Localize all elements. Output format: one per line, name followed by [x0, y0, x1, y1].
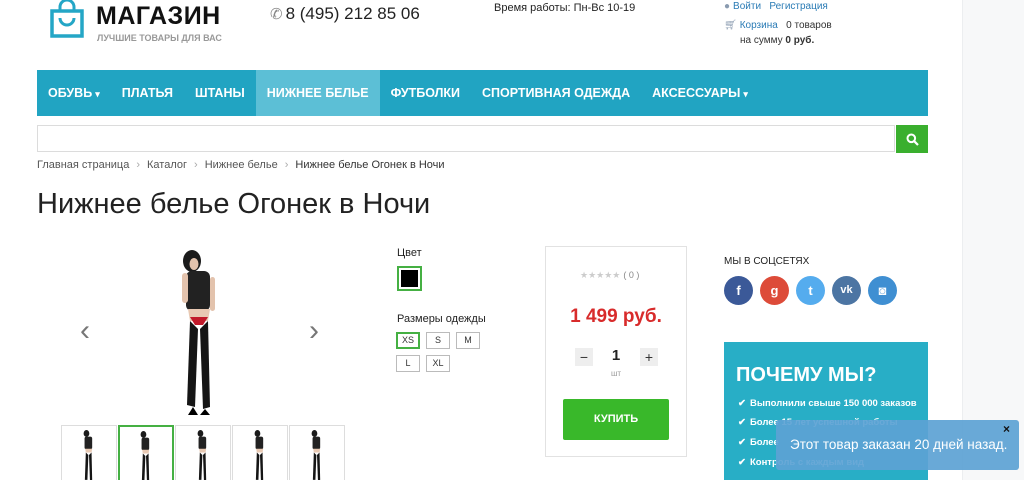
user-links: ● Войти Регистрация: [724, 1, 828, 12]
chevron-down-icon: ▾: [743, 89, 748, 99]
twitter-icon[interactable]: t: [796, 276, 825, 305]
instagram-icon[interactable]: ◙: [868, 276, 897, 305]
search-icon: [906, 133, 919, 146]
color-swatch-black[interactable]: [397, 266, 422, 291]
nav-item-shoes[interactable]: ОБУВЬ ▾: [37, 70, 111, 116]
product-thumbnail[interactable]: [289, 425, 345, 480]
quantity-increase-button[interactable]: +: [640, 348, 658, 366]
gallery-next-arrow[interactable]: ›: [309, 316, 319, 346]
nav-item-underwear[interactable]: НИЖНЕЕ БЕЛЬЕ: [255, 70, 380, 116]
nav-item-accessories[interactable]: АКСЕССУАРЫ ▾: [641, 70, 759, 116]
phone-number: ✆ 8 (495) 212 85 06: [270, 4, 420, 23]
size-option-s[interactable]: S: [426, 332, 450, 349]
search-field: [37, 125, 895, 152]
rating-count: ( 0 ): [623, 270, 640, 280]
why-us-item: ✔ Выполнили свыше 150 000 заказов: [738, 398, 917, 409]
chevron-right-icon: ›: [284, 159, 289, 171]
search-input[interactable]: [38, 126, 894, 151]
breadcrumb-current: Нижнее белье Огонек в Ночи: [295, 159, 445, 171]
vk-icon[interactable]: vk: [832, 276, 861, 305]
quantity-decrease-button[interactable]: −: [575, 348, 593, 366]
quantity-value[interactable]: 1: [605, 347, 627, 364]
google-plus-icon[interactable]: g: [760, 276, 789, 305]
search-button[interactable]: [896, 125, 928, 153]
product-thumbnail[interactable]: [118, 425, 174, 480]
color-label: Цвет: [397, 247, 422, 259]
size-option-m[interactable]: M: [456, 332, 480, 349]
size-option-l[interactable]: L: [396, 355, 420, 372]
nav-item-dresses[interactable]: ПЛАТЬЯ: [111, 70, 184, 116]
shopping-bag-icon[interactable]: [48, 0, 86, 38]
working-hours: Время работы: Пн-Вс 10-19: [494, 2, 636, 14]
gallery-prev-arrow[interactable]: ‹: [80, 316, 90, 346]
sizes-label: Размеры одежды: [397, 313, 486, 325]
breadcrumb: Главная страница › Каталог › Нижнее белье › Ни…: [37, 159, 445, 171]
register-link[interactable]: Регистрация: [769, 1, 827, 12]
product-thumbnail[interactable]: [232, 425, 288, 480]
page-title: Нижнее белье Огонек в Ночи: [37, 188, 431, 220]
cart-link[interactable]: Корзина: [740, 20, 778, 31]
product-thumbnail[interactable]: [175, 425, 231, 480]
notification-text: Этот товар заказан 20 дней назад.: [790, 437, 1008, 452]
nav-item-pants[interactable]: ШТАНЫ: [184, 70, 256, 116]
color-swatch-fill: [401, 270, 418, 287]
quantity-unit: шт: [610, 369, 622, 378]
cart-count: 0 товаров: [786, 20, 832, 31]
facebook-icon[interactable]: f: [724, 276, 753, 305]
breadcrumb-category[interactable]: Нижнее белье: [205, 159, 278, 171]
chevron-down-icon: ▾: [95, 89, 100, 99]
close-icon[interactable]: ×: [1003, 422, 1010, 436]
user-icon: ●: [724, 1, 731, 12]
social-title: МЫ В СОЦСЕТЯХ: [724, 256, 810, 267]
nav-item-tshirts[interactable]: ФУТБОЛКИ: [380, 70, 471, 116]
cart-sum-label: на сумму: [740, 35, 783, 46]
check-icon: ✔: [738, 437, 746, 448]
check-icon: ✔: [738, 398, 746, 409]
size-option-xs[interactable]: XS: [396, 332, 420, 349]
breadcrumb-home[interactable]: Главная страница: [37, 159, 129, 171]
breadcrumb-catalog[interactable]: Каталог: [147, 159, 187, 171]
rating-stars-icon: ★★★★★: [580, 270, 621, 280]
login-link[interactable]: Войти: [733, 1, 761, 12]
phone-icon: ✆: [270, 6, 283, 23]
page-side-margin: [962, 0, 1024, 480]
thumbnail-strip: [61, 425, 346, 480]
why-us-item: ✔ Более: [738, 437, 779, 448]
chevron-right-icon: ›: [136, 159, 141, 171]
product-main-image[interactable]: [170, 247, 230, 417]
nav-item-sportswear[interactable]: СПОРТИВНАЯ ОДЕЖДА: [471, 70, 641, 116]
cart-summary[interactable]: 🛒︎ Корзина 0 товаров на сумму 0 руб.: [724, 18, 832, 48]
size-option-xl[interactable]: XL: [426, 355, 450, 372]
check-icon: ✔: [738, 457, 746, 468]
check-icon: ✔: [738, 417, 746, 428]
cart-sum: 0 руб.: [785, 35, 815, 46]
main-nav: ОБУВЬ ▾ ПЛАТЬЯ ШТАНЫ НИЖНЕЕ БЕЛЬЕ ФУТБОЛК…: [37, 70, 928, 116]
buy-button[interactable]: КУПИТЬ: [563, 399, 669, 440]
logo-name[interactable]: МАГАЗИН: [96, 2, 221, 31]
product-price: 1 499 руб.: [570, 306, 662, 327]
chevron-right-icon: ›: [194, 159, 198, 171]
cart-icon: 🛒︎: [724, 20, 737, 31]
logo-tagline: ЛУЧШИЕ ТОВАРЫ ДЛЯ ВАС: [97, 33, 222, 43]
product-thumbnail[interactable]: [61, 425, 117, 480]
rating[interactable]: ★★★★★( 0 ): [580, 270, 639, 281]
why-us-title: ПОЧЕМУ МЫ?: [736, 364, 877, 386]
